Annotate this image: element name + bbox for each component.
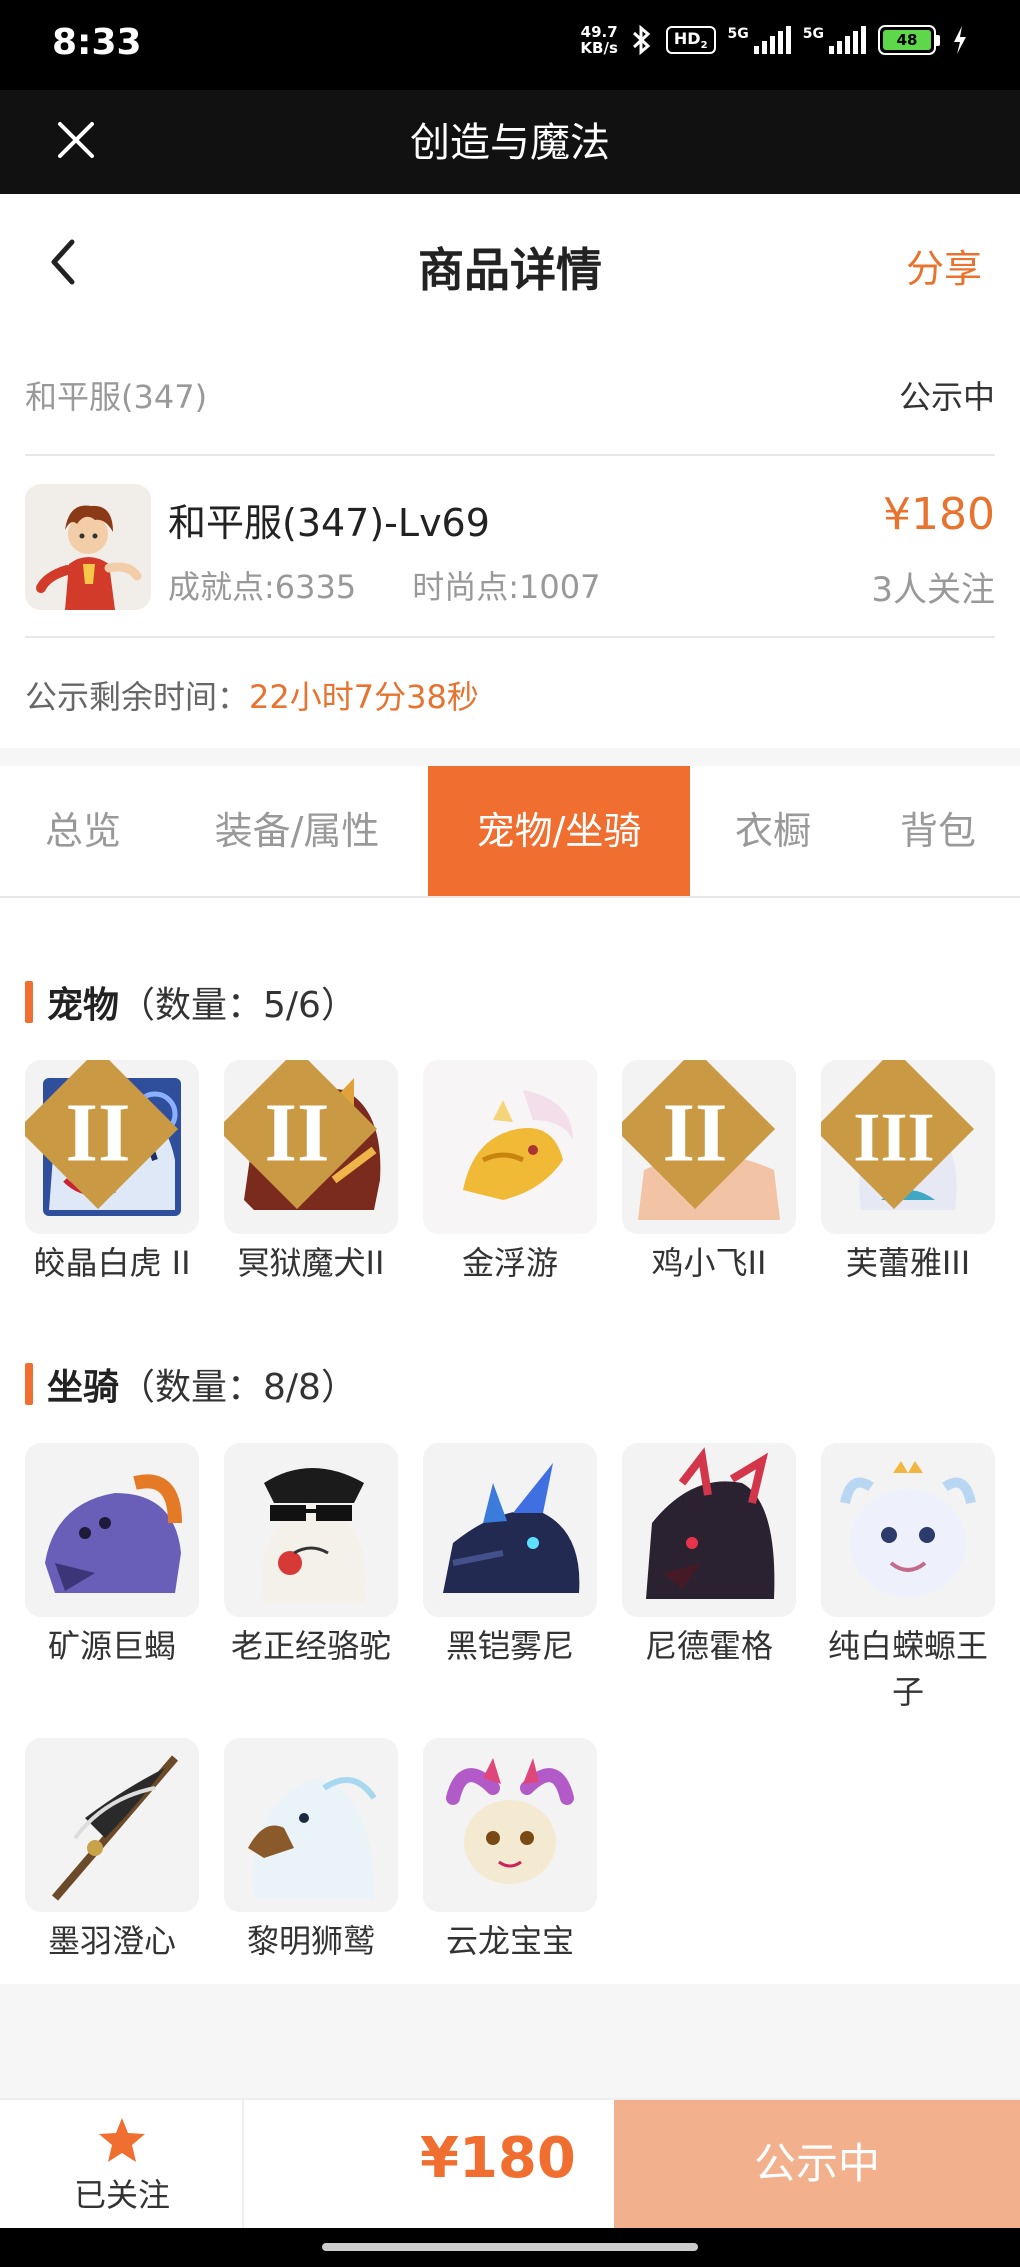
bottom-price: ¥180: [420, 2126, 576, 2191]
svg-text:II: II: [264, 1087, 329, 1179]
tab-equipment[interactable]: 装备/属性: [166, 766, 428, 896]
griffin-icon: [224, 1738, 398, 1912]
mount-item[interactable]: 黑铠雾尼: [423, 1443, 597, 1669]
countdown-value: 22小时7分38秒: [249, 678, 479, 716]
camel-icon: [224, 1443, 398, 1617]
white-tiger-icon: II: [25, 1060, 199, 1234]
follow-button[interactable]: 已关注: [0, 2100, 244, 2228]
hell-hound-icon: II: [224, 1060, 398, 1234]
bottom-bar: 已关注 ¥180 公示中: [0, 2098, 1020, 2228]
server-name: 和平服(347): [25, 378, 208, 416]
black-dragon-icon: [423, 1443, 597, 1617]
listing-status: 公示中: [898, 378, 995, 416]
pet-item[interactable]: III 芙蕾雅III: [821, 1060, 995, 1286]
fashion-points: 时尚点:1007: [412, 568, 601, 606]
pets-section-header: 宠物 （数量：5/6）: [25, 976, 357, 1028]
axolotl-icon: [821, 1443, 995, 1617]
tab-wardrobe[interactable]: 衣橱: [690, 766, 856, 896]
hd-badge: HD2: [665, 25, 716, 55]
buy-status-button[interactable]: 公示中: [614, 2100, 1020, 2228]
pet-name: 芙蕾雅III: [845, 1244, 971, 1282]
listing-price: ¥180: [883, 489, 995, 540]
chick-icon: II: [622, 1060, 796, 1234]
charging-icon: [954, 26, 966, 54]
divider: [25, 636, 995, 638]
pet-item[interactable]: 金浮游: [423, 1060, 597, 1286]
status-time: 8:33: [52, 22, 142, 63]
star-icon: [99, 2118, 145, 2162]
share-button[interactable]: 分享: [906, 238, 982, 293]
pet-item[interactable]: II 冥狱魔犬II: [224, 1060, 398, 1286]
nidhogg-icon: [622, 1443, 796, 1617]
mount-name: 墨羽澄心: [47, 1922, 176, 1960]
mounts-section-header: 坐骑 （数量：8/8）: [25, 1358, 357, 1410]
mount-item[interactable]: 矿源巨蝎: [25, 1443, 199, 1669]
achievement-points: 成就点:6335: [168, 568, 357, 606]
tab-overview[interactable]: 总览: [0, 766, 166, 896]
mount-name: 云龙宝宝: [445, 1922, 574, 1960]
mount-item[interactable]: 墨羽澄心: [25, 1738, 199, 1964]
pet-name: 皎晶白虎 II: [33, 1244, 191, 1282]
mounts-count: （数量：8/8）: [119, 1367, 357, 1408]
svg-text:II: II: [65, 1087, 130, 1179]
status-icons: 49.7 KB/s HD2 5G 5G 48: [580, 24, 968, 56]
listing-title: 和平服(347)-Lv69: [168, 501, 490, 545]
mount-item[interactable]: 老正经骆驼: [224, 1443, 398, 1669]
pet-name: 鸡小飞II: [651, 1244, 767, 1282]
pet-item[interactable]: II 鸡小飞II: [622, 1060, 796, 1286]
svg-text:III: III: [853, 1099, 934, 1176]
pet-name: 金浮游: [461, 1244, 558, 1282]
baby-dragon-icon: [423, 1738, 597, 1912]
tab-pets-mounts[interactable]: 宠物/坐骑: [428, 766, 690, 896]
sword-icon: [25, 1738, 199, 1912]
pets-count: （数量：5/6）: [119, 985, 357, 1026]
mount-name: 尼德霍格: [644, 1627, 773, 1665]
mount-name: 黎明狮鹫: [246, 1922, 375, 1960]
home-indicator[interactable]: [322, 2243, 698, 2251]
tab-backpack[interactable]: 背包: [856, 766, 1020, 896]
system-nav-bar: [0, 2228, 1020, 2267]
nav-bar: 商品详情 分享: [0, 194, 1020, 334]
page-title: 商品详情: [418, 243, 602, 297]
listing-stats: 成就点:6335 时尚点:1007: [168, 562, 600, 608]
valkyrie-icon: III: [821, 1060, 995, 1234]
pet-item[interactable]: II 皎晶白虎 II: [25, 1060, 199, 1286]
listing-info: 和平服(347) 公示中 和平服(347)-Lv69 成就点:6335 时尚点:…: [0, 334, 1020, 748]
battery-icon: 48: [878, 25, 940, 55]
golden-dragon-icon: [423, 1060, 597, 1234]
signal-icon: 5G: [728, 26, 791, 54]
bluetooth-icon: [632, 24, 651, 56]
app-title: 创造与魔法: [410, 120, 610, 166]
mount-item[interactable]: 黎明狮鹫: [224, 1738, 398, 1964]
mount-item[interactable]: 云龙宝宝: [423, 1738, 597, 1964]
app-bar: 创造与魔法: [0, 90, 1020, 194]
scorpion-icon: [25, 1443, 199, 1617]
mount-name: 纯白蝾螈王子: [827, 1627, 988, 1711]
countdown: 公示剩余时间：22小时7分38秒: [25, 678, 479, 716]
character-avatar: [25, 484, 151, 610]
tab-bar: 总览 装备/属性 宠物/坐骑 衣橱 背包: [0, 766, 1020, 898]
pets-mounts-panel: 宠物 （数量：5/6） II 皎晶白虎 II II 冥狱魔犬II 金浮游 II 鸡…: [0, 898, 1020, 1984]
pet-name: 冥狱魔犬II: [237, 1244, 385, 1282]
mount-name: 矿源巨蝎: [47, 1627, 176, 1665]
status-bar: 8:33 49.7 KB/s HD2 5G 5G 48: [0, 0, 1020, 90]
divider: [25, 454, 995, 456]
mount-name: 老正经骆驼: [230, 1627, 391, 1665]
net-speed: 49.7 KB/s: [580, 23, 618, 57]
mount-item[interactable]: 尼德霍格: [622, 1443, 796, 1669]
follower-count: 3人关注: [871, 570, 995, 610]
follow-label: 已关注: [73, 2176, 170, 2214]
svg-text:II: II: [662, 1087, 727, 1179]
mount-name: 黑铠雾尼: [445, 1627, 574, 1665]
signal-icon-2: 5G: [803, 26, 866, 54]
mount-item[interactable]: 纯白蝾螈王子: [821, 1443, 995, 1715]
